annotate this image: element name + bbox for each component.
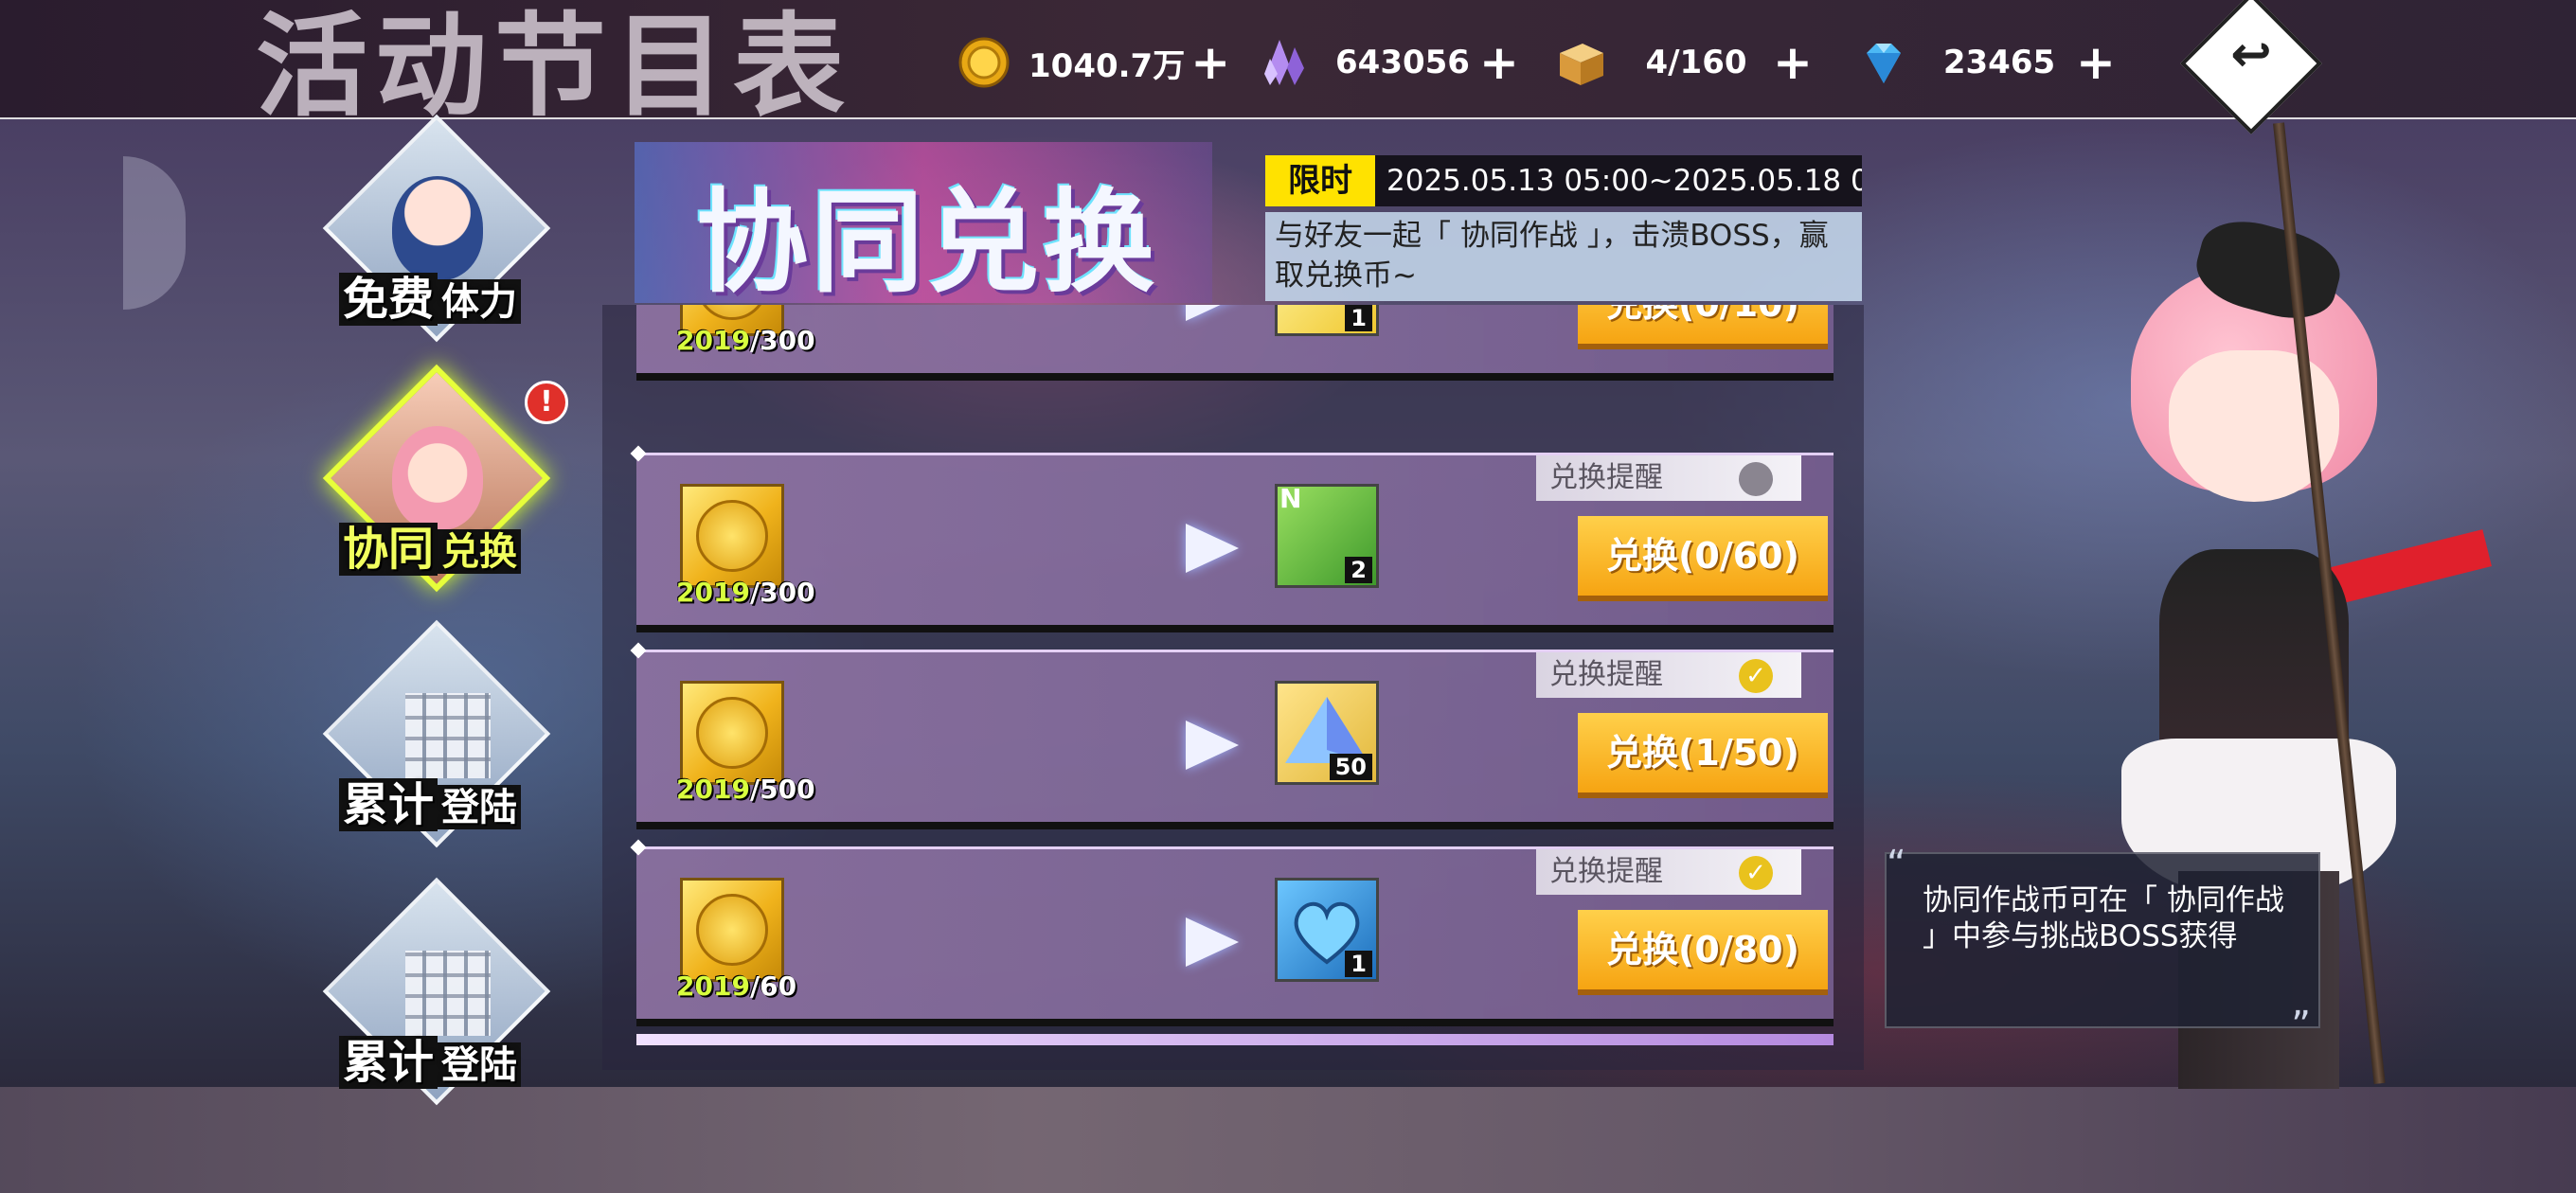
exchange-list[interactable]: 2019/300 1 兑换(0/10) 2019/300 N 2 兑换提醒 兑换…: [602, 305, 1864, 1070]
nav-item-coop-exchange[interactable]: ! 协同 兑换: [299, 360, 568, 606]
purple-crystal-icon: [1260, 35, 1315, 90]
event-title: 协同兑换: [696, 176, 1159, 308]
exchange-button[interactable]: 兑换(0/80): [1578, 910, 1828, 989]
supply-resource: 4/160 +: [1553, 27, 1813, 98]
nav-label: 协同 兑换: [339, 511, 522, 578]
supply-box-icon: [1553, 35, 1608, 90]
exchange-row: 2019/60 1 兑换提醒 ✓ 兑换(0/80): [636, 846, 1834, 1026]
exchange-row: 2019/500 50 兑换提醒 ✓ 兑换(1/50): [636, 650, 1834, 829]
blue-diamond-icon: [1856, 35, 1911, 90]
crystal-pile-icon[interactable]: 50: [1275, 681, 1379, 785]
page-title: 活动节目表: [256, 0, 853, 119]
tip-text: 协同作战币可在「 协同作战 」中参与挑战BOSS获得: [1923, 883, 2284, 953]
limited-time-tag: 限时: [1265, 155, 1375, 206]
limited-time-info: 限时 2025.05.13 05:00~2025.05.18 05:00 与好友…: [1265, 155, 1862, 301]
exchange-arrow-icon: [1186, 721, 1239, 770]
exchange-button[interactable]: 兑换(0/60): [1578, 516, 1828, 596]
check-icon: ✓: [1739, 659, 1773, 693]
ticket-card-icon[interactable]: 1: [1275, 305, 1379, 336]
heart-box-icon[interactable]: 1: [1275, 878, 1379, 982]
crystal-value: 643056: [1335, 44, 1470, 81]
coin-requirement: 2019/60: [676, 970, 797, 1002]
exchange-reminder-toggle[interactable]: 兑换提醒: [1536, 455, 1801, 501]
coop-coin-icon: [680, 681, 784, 785]
close-quote-icon: ”: [2291, 1004, 2311, 1047]
exchange-arrow-icon: [1186, 917, 1239, 967]
exchange-arrow-icon: [1186, 524, 1239, 573]
nav-label: 免费 体力: [339, 261, 522, 328]
nav-label: 累计 登陆: [339, 1024, 522, 1091]
check-icon: ✓: [1739, 856, 1773, 890]
exchange-row: 2019/300 1 兑换(0/10): [636, 305, 1834, 381]
back-button[interactable]: ↩: [2180, 0, 2322, 142]
gold-resource: 1040.7万 +: [957, 27, 1230, 98]
coop-coin-icon: [680, 484, 784, 588]
tip-bubble: “ 协同作战币可在「 协同作战 」中参与挑战BOSS获得 ”: [1885, 846, 2320, 1044]
next-row-edge: [636, 1034, 1834, 1045]
nav-label: 累计 登陆: [339, 767, 522, 833]
supply-add-button[interactable]: +: [1773, 39, 1813, 86]
diamond-add-button[interactable]: +: [2076, 39, 2116, 86]
exchange-arrow-icon: [1186, 305, 1239, 321]
gold-add-button[interactable]: +: [1190, 39, 1230, 86]
coin-requirement: 2019/300: [676, 325, 815, 356]
exchange-button[interactable]: 兑换(0/10): [1578, 305, 1828, 344]
gold-value: 1040.7万: [1029, 46, 1186, 85]
nav-item-cumulative-login-2[interactable]: 累计 登陆: [299, 873, 564, 1119]
open-quote-icon: “: [1887, 843, 1906, 886]
coin-requirement: 2019/500: [676, 774, 815, 805]
alert-badge: !: [525, 381, 568, 424]
necklace-icon[interactable]: N 2: [1275, 483, 1379, 588]
back-arrow-icon: ↩: [2230, 27, 2272, 83]
crystal-add-button[interactable]: +: [1479, 39, 1519, 86]
exchange-reminder-toggle[interactable]: 兑换提醒 ✓: [1536, 849, 1801, 895]
exchange-button[interactable]: 兑换(1/50): [1578, 713, 1828, 792]
crystal-resource: 643056 +: [1260, 27, 1519, 98]
calendar-icon: [405, 693, 491, 778]
coin-requirement: 2019/300: [676, 577, 815, 608]
event-description: 与好友一起「 协同作战 」，击溃BOSS，赢取兑换币~: [1265, 212, 1862, 301]
event-time-range: 2025.05.13 05:00~2025.05.18 05:00: [1375, 155, 1862, 206]
diamond-value: 23465: [1942, 44, 2056, 81]
diamond-resource: 23465 +: [1856, 27, 2116, 98]
calendar-icon: [405, 951, 491, 1036]
nav-item-free-stamina[interactable]: 免费 体力: [299, 110, 564, 356]
supply-value: 4/160: [1645, 44, 1747, 81]
nav-item-cumulative-login[interactable]: 累计 登陆: [299, 615, 564, 862]
gold-coin-icon: [957, 35, 1011, 90]
exchange-reminder-toggle[interactable]: 兑换提醒 ✓: [1536, 652, 1801, 698]
exchange-row: 2019/300 N 2 兑换提醒 兑换(0/60): [636, 453, 1834, 632]
coop-coin-icon: [680, 878, 784, 982]
toggle-off-icon: [1739, 462, 1773, 496]
